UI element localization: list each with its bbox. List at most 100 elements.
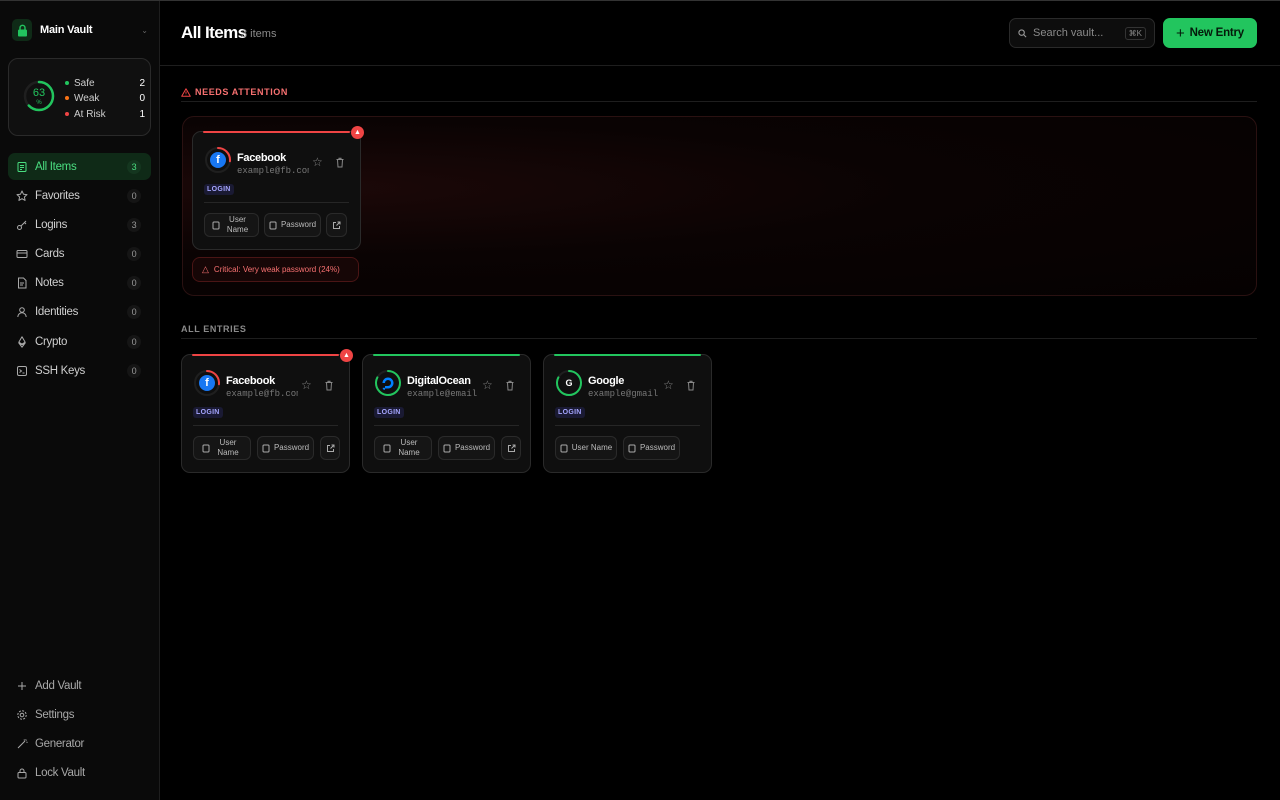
entry-type-badge: LOGIN [555,407,585,418]
item-count: 3 items [241,28,277,40]
card-divider [193,425,338,426]
entry-type-badge: LOGIN [204,184,234,195]
delete-trash-icon[interactable] [686,380,696,391]
warning-icon: △ [202,264,209,274]
entry-type-badge: LOGIN [193,407,223,418]
search-input[interactable]: Search vault... ⌘K [1009,18,1155,48]
external-link-icon [507,444,515,452]
card-divider [204,202,349,203]
copy-username-button[interactable]: User Name [374,436,432,460]
entry-email: example@fb.com [226,389,298,399]
sidebar-item-identities[interactable]: Identities 0 [8,299,151,326]
favorite-star-icon[interactable]: ☆ [482,379,493,391]
sidebar-item-favorites[interactable]: Favorites 0 [8,182,151,209]
sidebar-item-count: 0 [127,188,141,203]
lock-vault-button[interactable]: Lock Vault [8,759,151,786]
copy-username-button[interactable]: User Name [193,436,251,460]
copy-password-label: Password [454,443,491,452]
sidebar-item-notes[interactable]: Notes 0 [8,270,151,297]
favorite-star-icon[interactable]: ☆ [663,379,674,391]
copy-username-button[interactable]: User Name [204,213,259,237]
copy-password-label: Password [280,220,317,229]
wand-icon [17,738,28,748]
star-icon [16,190,28,201]
delete-trash-icon[interactable] [505,380,515,391]
favorite-star-icon[interactable]: ☆ [301,379,312,391]
settings-label: Settings [35,708,75,721]
copy-icon [262,444,270,452]
new-entry-button[interactable]: + New Entry [1163,18,1257,48]
search-placeholder: Search vault... [1033,27,1104,39]
plus-icon [18,681,26,690]
page-title: All Items [181,23,247,42]
entry-email: example@email... [407,389,479,399]
health-score-unit: % [36,100,42,106]
vault-name: Main Vault [40,24,93,36]
search-icon [1018,28,1027,37]
sidebar-item-label: Cards [35,248,65,261]
vault-health-card: 63 % Safe 2 Weak 0 At Risk 1 [8,58,151,136]
ethereum-icon [18,335,26,348]
sidebar-item-ssh-keys[interactable]: SSH Keys 0 [8,357,151,384]
copy-password-button[interactable]: Password [264,213,321,237]
generator-button[interactable]: Generator [8,730,151,757]
entry-card[interactable]: DigitalOcean example@email... ☆ LOGIN Us… [362,354,531,473]
sidebar-item-label: Logins [35,218,68,231]
favorite-star-icon[interactable]: ☆ [312,156,323,168]
entry-card[interactable]: ▲ f Facebook example@fb.com ☆ LOGIN User… [181,349,353,473]
key-icon [17,220,27,230]
category-nav: All Items 3 Favorites 0 Logins 3 Cards 0… [8,153,151,387]
stat-count: 0 [139,92,145,104]
copy-password-button[interactable]: Password [257,436,314,460]
sidebar-item-crypto[interactable]: Crypto 0 [8,328,151,355]
delete-trash-icon[interactable] [335,157,345,168]
sidebar-item-count: 3 [127,159,141,174]
entry-type-badge: LOGIN [374,407,404,418]
copy-username-label: User Name [398,438,420,457]
section-title: ALL ENTRIES [181,324,247,334]
risk-badge-icon: ▲ [340,349,353,362]
status-bar [373,354,520,356]
attention-entry-card[interactable]: ▲ f Facebook example@fb.com ☆ LOGIN User… [192,126,364,250]
copy-password-button[interactable]: Password [438,436,495,460]
lock-vault-label: Lock Vault [35,766,85,779]
vault-switcher[interactable]: Main Vault ⌄ [12,19,148,41]
sidebar-item-all-items[interactable]: All Items 3 [8,153,151,180]
gear-icon [17,709,27,720]
copy-icon [383,444,391,452]
needs-attention-heading: NEEDS ATTENTION [181,86,288,98]
entry-name: Google [588,375,625,387]
sidebar-item-count: 0 [127,363,141,378]
sidebar-item-cards[interactable]: Cards 0 [8,241,151,268]
copy-username-label: User Name [226,215,249,234]
copy-password-button[interactable]: Password [623,436,680,460]
entry-name: DigitalOcean [407,375,471,387]
status-bar [203,131,350,133]
sidebar: Main Vault ⌄ 63 % Safe 2 Weak 0 At Risk … [0,1,160,800]
open-link-button[interactable] [320,436,340,460]
google-icon: G [561,375,577,391]
entry-card[interactable]: G Google example@gmail... ☆ LOGIN User N… [543,354,712,473]
open-link-button[interactable] [326,213,347,237]
facebook-icon: f [199,375,215,391]
copy-icon [628,444,636,452]
stat-count: 1 [139,108,145,120]
delete-trash-icon[interactable] [324,380,334,391]
copy-username-label: User Name [217,438,239,457]
entry-email: example@gmail... [588,389,660,399]
copy-username-button[interactable]: User Name [555,436,617,460]
note-icon [18,277,27,289]
list-icon [17,161,27,172]
entry-name: Facebook [226,375,275,387]
sidebar-item-logins[interactable]: Logins 3 [8,211,151,238]
user-icon [17,307,27,318]
open-link-button[interactable] [501,436,521,460]
all-entries-heading: ALL ENTRIES [181,323,246,335]
settings-button[interactable]: Settings [8,701,151,728]
add-vault-button[interactable]: Add Vault [8,672,151,699]
critical-warning-banner: △ Critical: Very weak password (24%) [192,257,359,282]
entry-name: Facebook [237,152,286,164]
copy-password-label: Password [639,443,676,452]
copy-password-label: Password [273,443,310,452]
sidebar-item-label: SSH Keys [35,364,86,377]
